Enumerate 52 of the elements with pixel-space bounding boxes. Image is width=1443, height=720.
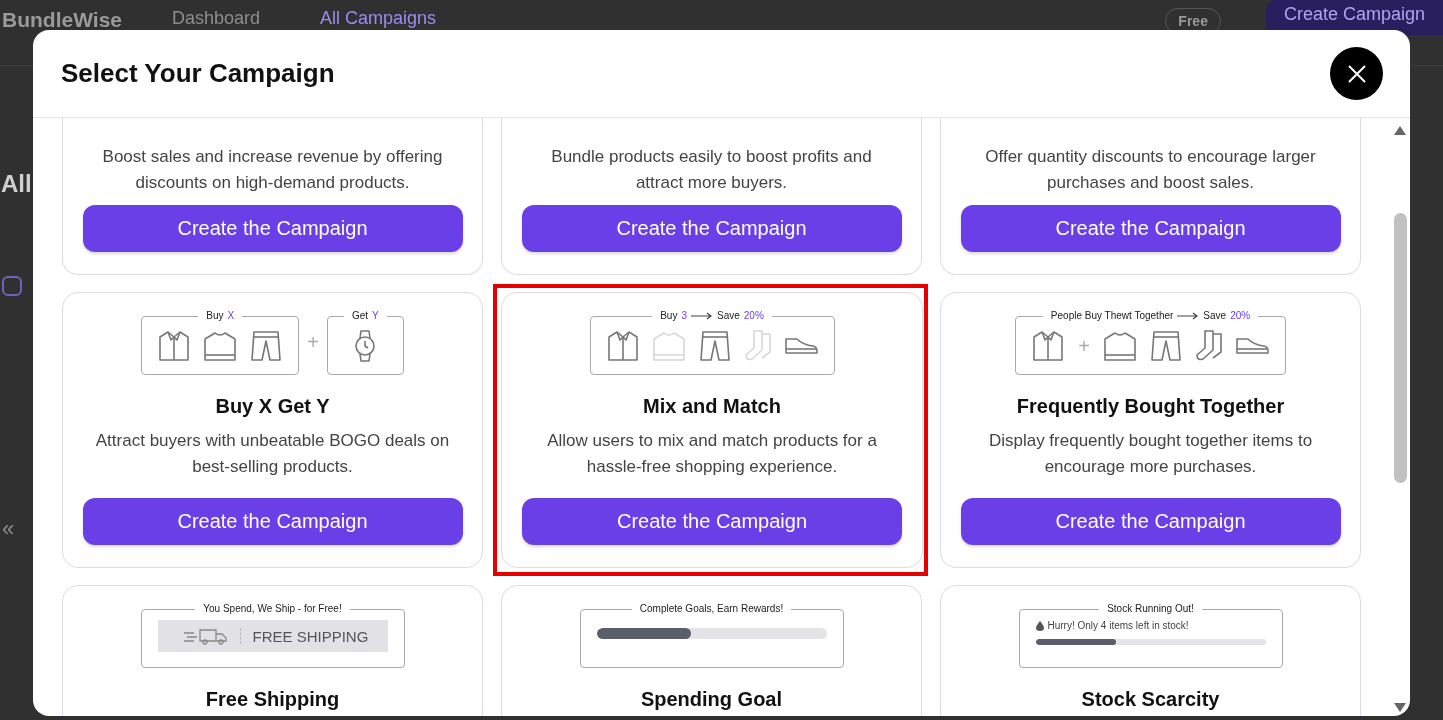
plus-sign: + <box>1078 335 1090 356</box>
caption-text: People Buy Thewt Together <box>1050 309 1174 323</box>
card-title: Stock Scarcity <box>1081 688 1220 711</box>
page-heading: All <box>1 170 32 198</box>
caption-text: Buy <box>206 309 224 323</box>
banner-text: FREE SHIPPING <box>252 627 369 645</box>
caption-text: You Spend, We Ship - for Free! <box>203 602 342 616</box>
create-button[interactable]: Create the Campaign <box>82 205 463 252</box>
card-title: Free Shipping <box>205 688 340 711</box>
checkbox[interactable] <box>2 276 22 296</box>
card-title: Buy X Get Y <box>215 395 330 418</box>
pager-link[interactable]: « <box>2 516 15 542</box>
card-description: Boost sales and increase revenue by offering discounts on high-demand products. <box>101 146 444 194</box>
caption-text: Y <box>372 309 379 323</box>
create-button[interactable]: Create the Campaign <box>522 498 902 545</box>
caption-text: Save <box>1203 309 1227 323</box>
arrow-icon <box>691 312 713 320</box>
close-icon <box>1346 63 1367 84</box>
stock-note: Hurry! Only 4 items left in stock! <box>1047 620 1189 631</box>
caption-text: Get <box>351 309 369 323</box>
card-description: Attract buyers with unbeatable BOGO deals on best-selling products. <box>94 430 451 478</box>
caption-text: 3 <box>681 309 687 323</box>
card-description: Allow users to mix and match products for a hassle-free shopping experience. <box>546 430 878 478</box>
caption-text: Stock Running Out! <box>1107 602 1194 616</box>
card-description: Offer quantity discounts to encourage larger purchases and boost sales. <box>984 146 1317 194</box>
nav-link[interactable]: All Campaigns <box>320 8 437 29</box>
caption-text: Complete Goals, Earn Rewards! <box>639 602 784 616</box>
scroll-up-icon[interactable] <box>1394 126 1406 135</box>
card-title: Mix and Match <box>643 395 781 418</box>
card-title: Spending Goal <box>640 688 783 711</box>
card-title: Frequently Bought Together <box>1016 395 1285 418</box>
logo-text: BundleWise <box>2 8 122 32</box>
dialog-title: Select Your Campaign <box>61 58 335 89</box>
create-button[interactable]: Create the Campaign <box>82 498 463 545</box>
caption-text: Buy <box>660 309 678 323</box>
create-button[interactable]: Create the Campaign <box>960 205 1341 252</box>
card-description: Bundle products easily to boost profits and attract more buyers. <box>550 146 873 194</box>
drop-icon <box>1035 620 1044 631</box>
caption-text: 20% <box>1230 309 1251 323</box>
close-button[interactable] <box>1330 47 1383 100</box>
card-description: Display frequently bought together items to encourage more purchases. <box>987 430 1314 478</box>
caption-text: 20% <box>743 309 764 323</box>
scroll-down-icon[interactable] <box>1394 703 1406 712</box>
caption-text: X <box>227 309 235 323</box>
scroll-thumb[interactable] <box>1393 213 1407 483</box>
nav-link[interactable]: Dashboard <box>172 8 261 29</box>
truck-icon <box>183 627 228 645</box>
create-button[interactable]: Create the Campaign <box>521 205 902 252</box>
plus-sign: + <box>307 332 319 352</box>
create-button[interactable]: Create the Campaign <box>960 498 1341 545</box>
caption-text: Save <box>717 309 740 323</box>
arrow-icon <box>1177 312 1200 320</box>
